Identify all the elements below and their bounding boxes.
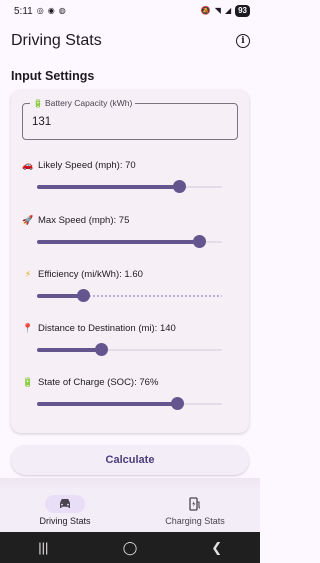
wifi-icon: ◥: [214, 6, 221, 15]
home-icon[interactable]: ◯: [115, 540, 145, 556]
status-time: 5:11: [14, 5, 33, 17]
notification-icon: ◉: [47, 6, 55, 15]
efficiency-slider[interactable]: [37, 289, 222, 303]
distance-slider[interactable]: [37, 343, 222, 357]
recent-apps-icon[interactable]: |||: [28, 540, 58, 555]
system-navigation-bar: ||| ◯ ❮: [0, 532, 260, 563]
battery-level: 93: [235, 5, 250, 17]
efficiency-label: Efficiency (mi/kWh): 1.60: [38, 269, 143, 280]
calculate-button[interactable]: Calculate: [11, 445, 249, 475]
max-speed-label: Max Speed (mph): 75: [38, 215, 130, 226]
soc-label: State of Charge (SOC): 76%: [38, 377, 159, 388]
page-title: Driving Stats: [11, 32, 102, 49]
max-speed-slider-block: 🚀 Max Speed (mph): 75: [22, 215, 238, 249]
input-settings-card: 🔋 Battery Capacity (kWh) 🚗 Likely Speed …: [11, 90, 249, 433]
battery-icon: 🔋: [33, 98, 43, 108]
soc-slider-block: 🔋 State of Charge (SOC): 76%: [22, 377, 238, 411]
pin-icon: 📍: [22, 323, 34, 333]
slider-thumb[interactable]: [76, 289, 90, 302]
rocket-icon: 🚀: [22, 215, 34, 225]
car-icon: 🚗: [22, 160, 34, 170]
ev-charger-icon: [189, 496, 201, 511]
distance-slider-block: 📍 Distance to Destination (mi): 140: [22, 323, 238, 357]
slider-thumb[interactable]: [171, 397, 185, 410]
notification-icon: ◎: [36, 6, 44, 15]
likely-speed-label: Likely Speed (mph): 70: [38, 160, 136, 171]
max-speed-slider[interactable]: [37, 235, 222, 249]
battery-capacity-field[interactable]: 🔋 Battery Capacity (kWh): [22, 98, 238, 140]
battery-icon: 🔋: [22, 377, 34, 387]
likely-speed-slider[interactable]: [37, 180, 222, 194]
back-icon[interactable]: ❮: [202, 540, 232, 556]
slider-thumb[interactable]: [172, 180, 186, 193]
nav-label: Driving Stats: [39, 515, 91, 526]
soc-slider[interactable]: [37, 397, 222, 411]
car-icon: [60, 498, 70, 508]
nav-driving-stats[interactable]: Driving Stats: [0, 488, 130, 532]
mute-icon: 🔕: [200, 6, 211, 15]
section-title: Input Settings: [11, 69, 95, 83]
notification-icon: ◍: [58, 6, 66, 15]
distance-label: Distance to Destination (mi): 140: [38, 323, 176, 334]
slider-thumb[interactable]: [193, 235, 207, 248]
lightning-icon: ⚡: [24, 269, 32, 279]
efficiency-slider-block: ⚡ Efficiency (mi/kWh): 1.60: [22, 269, 238, 303]
battery-capacity-label: 🔋 Battery Capacity (kWh): [30, 98, 136, 108]
signal-icon: ◢: [224, 6, 232, 15]
status-bar: 5:11 ◎ ◉ ◍ 🔕 ◥ ◢ 93: [0, 0, 260, 22]
slider-thumb[interactable]: [95, 343, 109, 356]
app-bar: Driving Stats i: [0, 24, 260, 58]
info-icon[interactable]: i: [236, 34, 250, 48]
likely-speed-slider-block: 🚗 Likely Speed (mph): 70: [22, 160, 238, 194]
nav-label: Charging Stats: [165, 515, 225, 526]
bottom-navigation: Driving Stats Charging Stats: [0, 488, 260, 532]
nav-charging-stats[interactable]: Charging Stats: [130, 488, 260, 532]
battery-capacity-input[interactable]: [32, 116, 227, 128]
